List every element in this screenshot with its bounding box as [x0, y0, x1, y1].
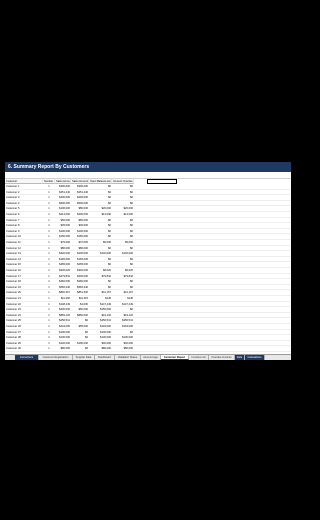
- table-cell[interactable]: Customer 30: [5, 346, 43, 352]
- sheet-tab[interactable]: Customer Report: [161, 355, 189, 360]
- table-cell[interactable]: $80,000: [112, 346, 134, 352]
- report-table: CustomerNumber QtySales AmountSales Amou…: [5, 178, 291, 355]
- sheet-tabs: Instructions Customer Registration Supplie…: [5, 354, 291, 360]
- table-row: Customer 30 1 $80,000 $0 $80,000 $80,000: [5, 346, 291, 352]
- sheet-tab[interactable]: Validation Status: [115, 355, 141, 360]
- table-cell[interactable]: 1: [43, 346, 55, 352]
- sheet-tab[interactable]: Instructions: [15, 355, 39, 360]
- sheet-tab[interactable]: Customer Registration: [39, 355, 73, 360]
- sheet-tab[interactable]: Calculations: [245, 355, 265, 360]
- table-cell[interactable]: $0: [71, 346, 89, 352]
- sheet-tab[interactable]: Dashboard: [95, 355, 115, 360]
- sheet-tab[interactable]: Supplier Data: [73, 355, 95, 360]
- table-cell[interactable]: $80,000: [89, 346, 112, 352]
- table-cell[interactable]: $80,000: [55, 346, 71, 352]
- report-title: 6. Summary Report By Customers: [5, 162, 291, 172]
- spreadsheet-window: 6. Summary Report By Customers Customer N…: [5, 162, 291, 360]
- sheet-tab[interactable]: Account Age: [141, 355, 161, 360]
- sheet-tab[interactable]: Overdue Invoices: [209, 355, 235, 360]
- sheet-tab[interactable]: Invoices List: [189, 355, 209, 360]
- sheet-tab[interactable]: Data: [235, 355, 245, 360]
